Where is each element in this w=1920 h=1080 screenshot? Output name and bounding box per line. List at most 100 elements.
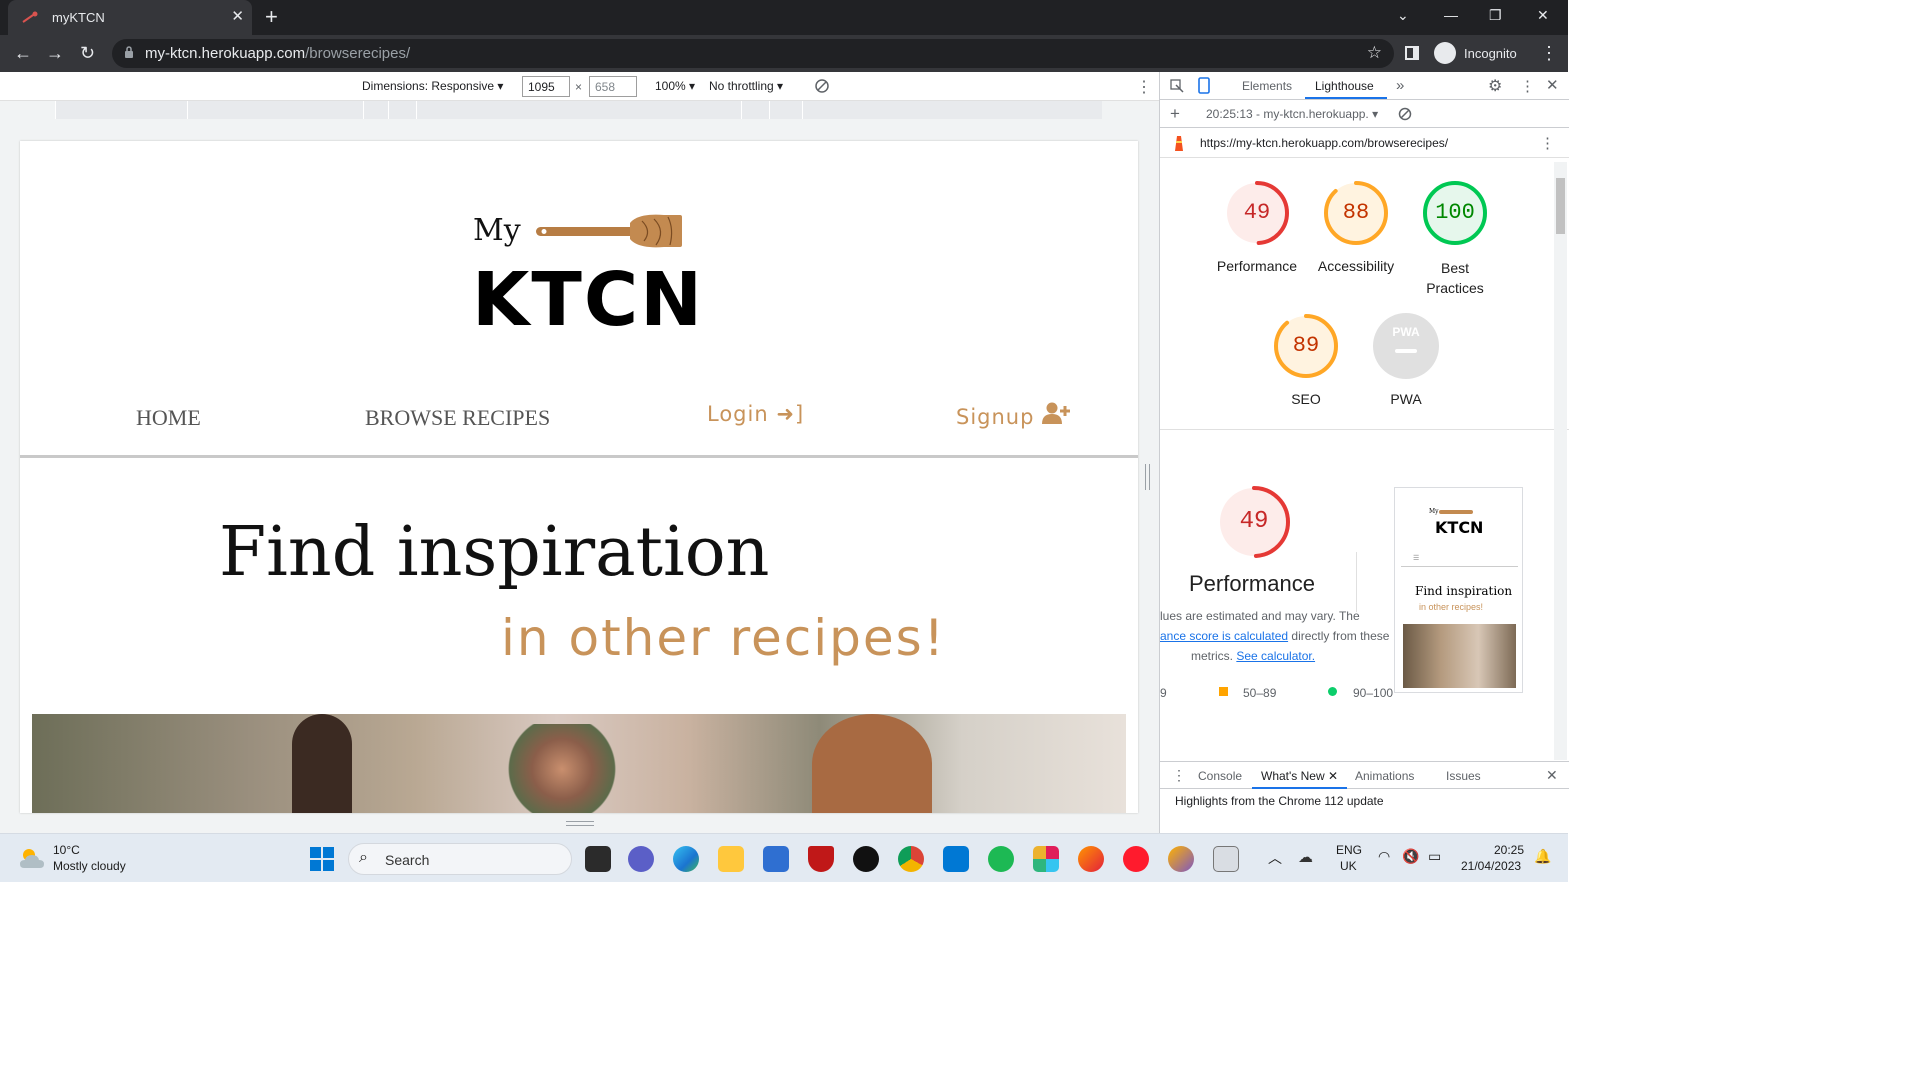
incognito-badge[interactable]: Incognito	[1434, 40, 1517, 66]
device-toggle-icon[interactable]	[1197, 77, 1211, 94]
language-code[interactable]: ENG	[1336, 843, 1362, 857]
nav-home-link[interactable]: HOME	[136, 405, 201, 431]
report-url[interactable]: https://my-ktcn.herokuapp.com/browsereci…	[1200, 136, 1448, 150]
drawer-close-icon[interactable]: ✕	[1546, 767, 1558, 784]
address-bar-row: ← → ↻ my-ktcn.herokuapp.com/browserecipe…	[0, 35, 1568, 72]
show-hidden-icons-chevron-icon[interactable]: ︿	[1268, 848, 1282, 868]
slack-icon[interactable]	[1033, 846, 1059, 872]
new-report-plus-icon[interactable]: +	[1170, 104, 1180, 124]
reload-icon[interactable]: ↻	[80, 43, 95, 64]
firefox-icon[interactable]	[1078, 846, 1104, 872]
browser-menu-icon[interactable]: ⋮	[1540, 43, 1558, 64]
gauge-accessibility[interactable]: 88	[1323, 180, 1389, 246]
spotify-icon[interactable]	[988, 846, 1014, 872]
legend-fail-range: 9	[1160, 686, 1167, 700]
more-tabs-icon[interactable]: »	[1396, 77, 1404, 94]
report-url-bar: https://my-ktcn.herokuapp.com/browsereci…	[1160, 128, 1569, 158]
clear-reports-icon[interactable]	[1398, 107, 1412, 121]
tab-close-icon[interactable]: ✕	[231, 7, 244, 25]
width-input[interactable]: 1095	[522, 76, 570, 97]
header-divider	[20, 455, 1138, 458]
dell-icon[interactable]	[853, 846, 879, 872]
gauge-seo[interactable]: 89	[1273, 313, 1339, 379]
devtools-close-icon[interactable]: ✕	[1546, 76, 1559, 94]
thumb-menu-icon: ☰	[1413, 555, 1420, 562]
resize-handle-right[interactable]	[1145, 464, 1150, 490]
opera-icon[interactable]	[1123, 846, 1149, 872]
drawer-tab-whats-new[interactable]: What's New ✕	[1261, 769, 1338, 783]
clock-time[interactable]: 20:25	[1494, 843, 1524, 857]
zoom-dropdown[interactable]: 100% ▾	[655, 79, 695, 93]
region-code[interactable]: UK	[1340, 859, 1357, 873]
gauge-best-practices[interactable]: 100	[1422, 180, 1488, 246]
battery-icon[interactable]: ▭	[1428, 848, 1441, 865]
vscode-icon[interactable]	[943, 846, 969, 872]
drawer-tab-animations[interactable]: Animations	[1355, 769, 1414, 783]
taskbar-search-label: Search	[385, 852, 430, 868]
windows-start-icon[interactable]	[310, 847, 334, 871]
restore-button[interactable]: ❐	[1489, 7, 1502, 24]
media-query-bar[interactable]	[0, 101, 1159, 119]
report-select[interactable]: 20:25:13 - my-ktcn.herokuapp. ▾	[1206, 107, 1378, 121]
devtools-menu-icon[interactable]: ⋮	[1520, 77, 1535, 95]
resize-handle-bottom[interactable]	[566, 821, 594, 826]
file-explorer-icon[interactable]	[718, 846, 744, 872]
score-value: 88	[1342, 200, 1370, 225]
bookmark-star-icon[interactable]: ☆	[1367, 43, 1382, 63]
score-calculated-link[interactable]: ance score is calculated	[1160, 629, 1288, 643]
nav-browse-recipes-link[interactable]: BROWSE RECIPES	[365, 405, 550, 431]
url-field[interactable]: my-ktcn.herokuapp.com/browserecipes/ ☆	[112, 39, 1394, 68]
see-calculator-link[interactable]: See calculator.	[1236, 649, 1315, 663]
onedrive-sync-icon[interactable]: ☁	[1298, 848, 1313, 866]
score-value: 89	[1292, 333, 1320, 358]
dimensions-dropdown[interactable]: Dimensions: Responsive ▾	[362, 79, 503, 93]
nav-signup-link[interactable]: Signup	[956, 402, 1071, 429]
rotate-icon[interactable]	[814, 78, 830, 94]
forward-arrow-icon[interactable]: →	[46, 43, 64, 64]
close-window-button[interactable]: ✕	[1537, 7, 1549, 24]
weather-description[interactable]: Mostly cloudy	[53, 859, 126, 873]
clock-date[interactable]: 21/04/2023	[1461, 859, 1521, 873]
tab-elements[interactable]: Elements	[1242, 79, 1292, 93]
search-icon: ⌕	[359, 849, 368, 866]
hero-subtitle: in other recipes!	[501, 609, 946, 667]
wifi-icon[interactable]: ◠	[1378, 848, 1390, 865]
times-sign: ×	[575, 80, 583, 94]
height-input[interactable]: 658	[589, 76, 637, 97]
minimize-button[interactable]: —	[1444, 7, 1458, 23]
throttling-dropdown[interactable]: No throttling ▾	[709, 79, 783, 93]
tab-search-icon[interactable]: ⌄	[1397, 7, 1409, 24]
device-toolbar-menu-icon[interactable]: ⋮	[1136, 77, 1152, 97]
inspect-element-icon[interactable]	[1170, 79, 1184, 93]
devtools-scrollbar[interactable]	[1554, 162, 1567, 760]
perf-detail-text-1: lues are estimated and may vary. The	[1160, 609, 1360, 623]
mcafee-icon[interactable]	[808, 846, 834, 872]
notifications-bell-icon[interactable]: 🔔	[1534, 848, 1551, 865]
notepad-icon[interactable]	[1213, 846, 1239, 872]
whats-new-close-icon[interactable]: ✕	[1328, 769, 1338, 783]
report-menu-icon[interactable]: ⋮	[1540, 134, 1555, 152]
chrome-icon[interactable]	[898, 846, 924, 872]
speaker-muted-icon[interactable]: 🔇	[1402, 848, 1419, 865]
edge-icon[interactable]	[673, 846, 699, 872]
tab-lighthouse[interactable]: Lighthouse	[1315, 79, 1374, 93]
teams-chat-icon[interactable]	[628, 846, 654, 872]
tor-browser-icon[interactable]	[1168, 846, 1194, 872]
browser-tab[interactable]: myKTCN ✕	[8, 0, 252, 35]
taskbar-search-box[interactable]: ⌕ Search	[348, 843, 572, 875]
sidebar-icon[interactable]	[1405, 46, 1419, 60]
microsoft-store-icon[interactable]	[763, 846, 789, 872]
gauge-performance[interactable]: 49	[1224, 180, 1290, 246]
task-view-icon[interactable]	[585, 846, 611, 872]
back-arrow-icon[interactable]: ←	[14, 43, 32, 64]
new-tab-button[interactable]: +	[265, 4, 278, 30]
drawer-menu-icon[interactable]: ⋮	[1172, 767, 1186, 784]
drawer-tab-console[interactable]: Console	[1198, 769, 1242, 783]
thumb-photo	[1403, 624, 1516, 688]
settings-gear-icon[interactable]: ⚙	[1488, 76, 1502, 96]
weather-temperature[interactable]: 10°C	[53, 843, 80, 857]
drawer-tab-issues[interactable]: Issues	[1446, 769, 1481, 783]
nav-login-link[interactable]: Login ➜]	[707, 402, 804, 426]
emulated-page: My KTCN HOME BROWSE RECIPES Login ➜] Sig…	[20, 141, 1138, 813]
gauge-pwa[interactable]: PWA	[1373, 313, 1439, 379]
